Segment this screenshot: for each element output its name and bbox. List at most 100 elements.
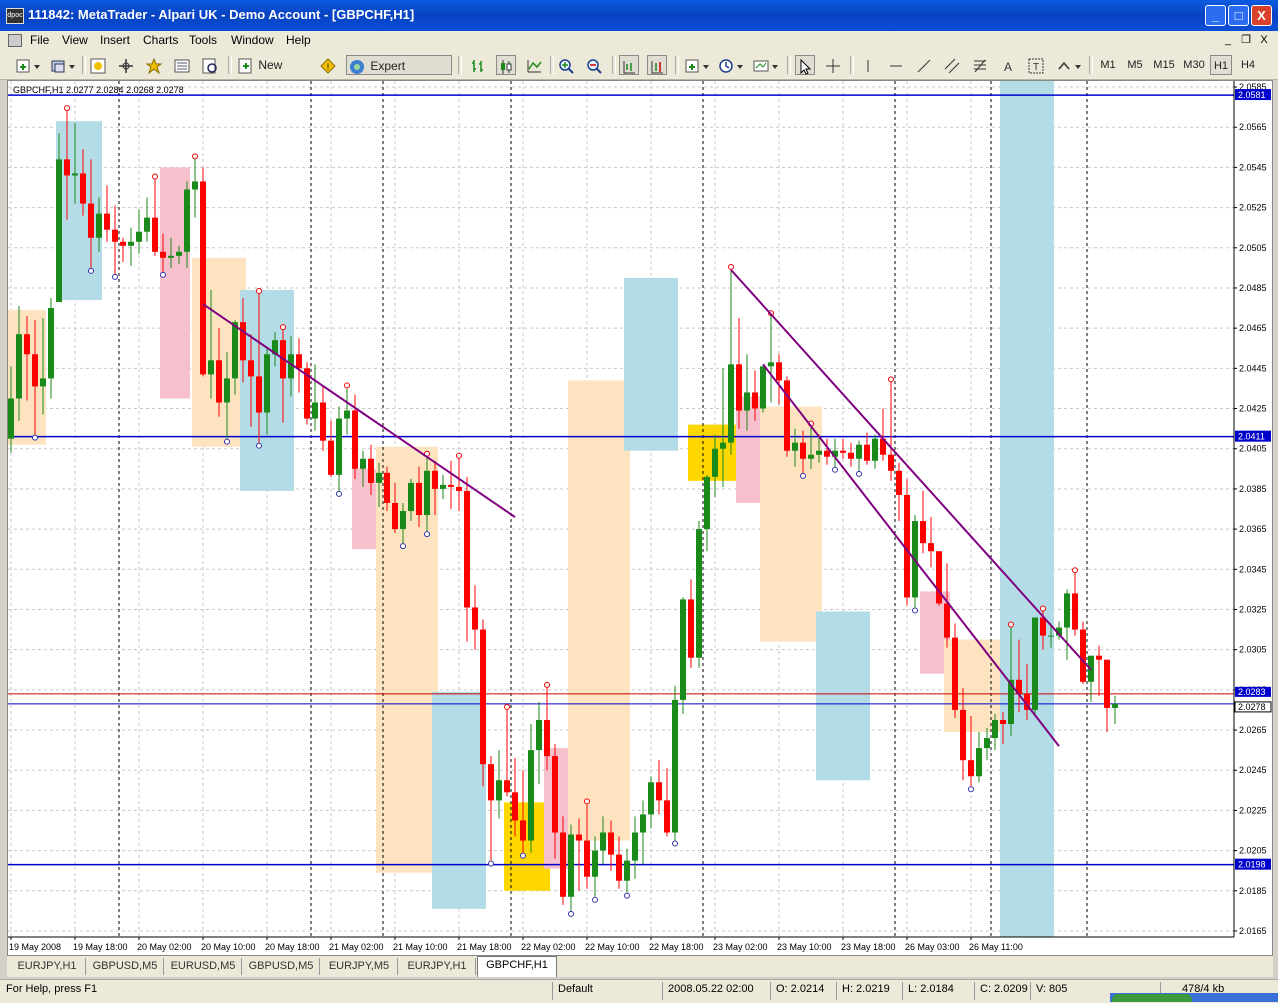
tab-gbpusd-m5-2[interactable]: GBPUSD,M5 [243,958,320,975]
period-h1-button[interactable]: H1 [1210,55,1232,75]
equidistant-channel-tool-button[interactable] [942,55,962,75]
zoom-in-button[interactable] [556,55,576,75]
metaeditor-button[interactable]: ! [318,55,338,75]
period-m30-button[interactable]: M30 [1180,55,1208,75]
candle-body-bear [456,486,462,491]
trendline-tool-button[interactable] [914,55,934,75]
zoom-out-button[interactable] [584,55,604,75]
text-tool-button[interactable]: A [998,55,1018,75]
close-button[interactable]: X [1251,5,1272,26]
period-m1-button[interactable]: M1 [1096,55,1120,75]
price-tick-label: 2.0485 [1239,283,1267,293]
auto-scroll-button[interactable] [619,55,639,75]
menu-insert[interactable]: Insert [100,33,130,47]
line-chart-button[interactable] [524,55,544,75]
mdi-close-button[interactable]: X [1256,33,1272,48]
mdi-minimize-button[interactable]: _ [1220,33,1236,48]
templates-button[interactable] [751,55,781,75]
candle-body-bull [128,241,134,246]
fractal-down-marker [832,466,838,473]
strategy-tester-button[interactable] [200,55,220,75]
menu-window[interactable]: Window [231,33,274,47]
vertical-line-tool-button[interactable] [858,55,878,75]
market-watch-button[interactable] [88,55,108,75]
cursor-tool-button[interactable] [795,55,815,75]
candle-body-bull [48,308,54,379]
candle-body-bull [56,159,62,303]
crosshair-tool-button[interactable] [823,55,843,75]
status-open: O: 2.0214 [776,983,825,995]
candle-body-bear [32,354,38,387]
maximize-button[interactable]: □ [1228,5,1249,26]
candle-body-bull [184,189,190,252]
candlestick-chart-button[interactable] [496,55,516,75]
horizontal-line-tool-button[interactable] [886,55,906,75]
candle-body-bull [1064,593,1070,628]
period-m5-button[interactable]: M5 [1123,55,1147,75]
indicators-button[interactable] [681,55,713,75]
menu-tools[interactable]: Tools [189,33,217,47]
channel-icon [944,58,960,74]
mdi-restore-button[interactable]: ❐ [1238,33,1254,48]
fractal-down-marker [912,607,918,614]
candlestick-chart[interactable]: 2.05852.05652.05452.05252.05052.04852.04… [8,81,1272,955]
menu-charts[interactable]: Charts [143,33,178,47]
tab-gbpusd-m5[interactable]: GBPUSD,M5 [87,958,164,975]
minimize-button[interactable]: _ [1205,5,1226,26]
fractal-down-marker [568,910,574,917]
fractal-up-marker [256,287,262,294]
expert-advisors-button[interactable]: Expert Advisors [346,55,452,93]
chart-window[interactable]: 2.0585 2.0565 2.0545 2.0525 2.0505 2.0485 2.04… [7,80,1273,956]
candle-body-bear [576,834,582,841]
auto-scroll-icon [623,60,635,74]
fibonacci-icon [974,59,986,73]
new-order-button[interactable]: New Order [235,55,315,92]
fibonacci-tool-button[interactable] [970,55,990,75]
candle-body-bear [520,820,526,841]
status-profile[interactable]: Default [558,983,593,995]
profiles-icon [51,60,75,73]
candle-body-bear [544,719,550,757]
arrows-tool-button[interactable] [1054,55,1084,75]
tab-eurjpy-h1[interactable]: EURJPY,H1 [9,958,86,975]
candle-body-bear [920,521,926,544]
trendline-icon [917,59,931,73]
candle-body-bear [688,599,694,658]
start-button[interactable] [1112,994,1192,1002]
toolbar-separator [228,56,232,74]
period-h4-button[interactable]: H4 [1236,55,1260,75]
tab-gbpchf-h1[interactable]: GBPCHF,H1 [477,956,557,977]
fractal-down-marker [160,271,166,278]
terminal-button[interactable] [172,55,192,75]
toolbar-separator [850,56,854,74]
fractal-up-marker [280,324,286,331]
tab-eurjpy-h1-2[interactable]: EURJPY,H1 [399,958,476,975]
candle-body-bull [872,438,878,461]
period-m15-button[interactable]: M15 [1150,55,1178,75]
tab-eurusd-m5[interactable]: EURUSD,M5 [165,958,242,975]
menu-help[interactable]: Help [286,33,311,47]
level-label: 2.0411 [1238,432,1265,442]
horizontal-line-icon [890,65,902,67]
fractal-down-marker [800,472,806,479]
text-label-tool-button[interactable]: T [1026,55,1046,75]
chart-shift-button[interactable] [647,55,667,75]
price-tick-label: 2.0165 [1239,926,1267,936]
periods-button[interactable] [716,55,746,75]
candle-body-bear [952,637,958,710]
tab-eurjpy-m5[interactable]: EURJPY,M5 [321,958,398,975]
candle-body-bull [336,418,342,475]
time-tick-label: 26 May 03:00 [905,942,960,952]
document-icon[interactable] [8,34,22,47]
fractal-up-marker [64,105,70,112]
line-chart-icon [527,59,542,73]
candle-body-bull [744,392,750,411]
bar-chart-button[interactable] [468,55,488,75]
profiles-button[interactable] [48,55,78,75]
new-chart-button[interactable] [12,55,44,75]
navigator-button[interactable] [144,55,164,75]
data-window-button[interactable] [116,55,136,75]
menu-file[interactable]: File [30,33,49,47]
menu-view[interactable]: View [62,33,88,47]
zoom-out-icon [587,59,602,74]
